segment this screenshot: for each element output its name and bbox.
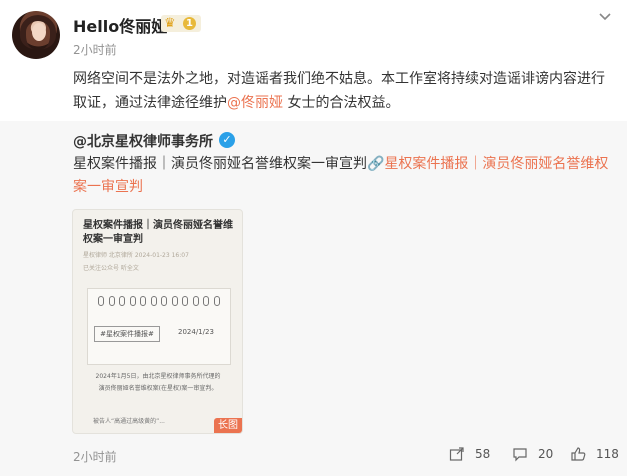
- original-text: 星权案件播报｜演员佟丽娅名誉维权案一审宣判🔗星权案件播报｜演员佟丽娅名誉维权案一…: [73, 153, 618, 199]
- comment-count: 20: [538, 447, 554, 461]
- post-text-part2: 女士的合法权益。: [283, 95, 400, 111]
- thumbnail-meta2: 已关注公众号 听全文: [83, 265, 139, 272]
- comment-icon: [513, 448, 527, 462]
- share-button[interactable]: 58: [449, 445, 490, 463]
- mention-link[interactable]: @佟丽娅: [227, 95, 283, 111]
- post-timestamp[interactable]: 2小时前: [73, 41, 117, 58]
- vip-level: 1: [183, 17, 196, 30]
- chevron-down-icon[interactable]: [598, 10, 612, 24]
- thumbnail-body: 2024年1月5日，由北京星权律师事务所代理的演员佟丽娅名誉维权案(在星权)案一…: [95, 373, 221, 392]
- link-icon: 🔗: [367, 156, 385, 172]
- vip-badge[interactable]: ♛ 1: [161, 15, 201, 32]
- thumbnail-tag: #星权案件播报#: [94, 326, 160, 342]
- long-image-badge: 长图: [214, 418, 242, 433]
- post-text: 网络空间不是法外之地，对造谣者我们绝不姑息。本工作室将持续对造谣诽谤内容进行取证…: [73, 67, 613, 115]
- like-count: 118: [596, 447, 619, 461]
- thumbnail-date: 2024/1/23: [178, 328, 214, 336]
- thumbnail-meta: 星权律师 北京律所 2024-01-23 16:07: [83, 252, 189, 259]
- share-count: 58: [475, 447, 491, 461]
- thumbnail-card: #星权案件播报# 2024/1/23: [87, 288, 231, 365]
- share-icon: [449, 447, 464, 461]
- original-author[interactable]: @北京星权律师事务所: [73, 131, 213, 151]
- thumbnail-title: 星权案件播报｜演员佟丽娅名誉维权案一审宣判: [83, 220, 233, 245]
- repost-container: @北京星权律师事务所 ✓ 星权案件播报｜演员佟丽娅名誉维权案一审宣判🔗星权案件播…: [0, 121, 627, 476]
- repost-timestamp[interactable]: 2小时前: [73, 448, 117, 465]
- verified-icon: ✓: [219, 132, 235, 148]
- thumbnail-bottom: 被告人“高通过高级黄的”...: [93, 418, 165, 425]
- like-button[interactable]: 118: [570, 445, 619, 463]
- username[interactable]: Hello佟丽娅: [73, 13, 167, 37]
- crown-icon: ♛: [164, 16, 176, 31]
- weibo-post: Hello佟丽娅 ♛ 1 2小时前 网络空间不是法外之地，对造谣者我们绝不姑息。…: [0, 0, 627, 476]
- original-text-body: 星权案件播报｜演员佟丽娅名誉维权案一审宣判: [73, 156, 367, 172]
- like-icon: [571, 447, 586, 461]
- avatar[interactable]: [12, 11, 60, 59]
- binder-rings: [98, 296, 220, 306]
- article-thumbnail[interactable]: 星权案件播报｜演员佟丽娅名誉维权案一审宣判 星权律师 北京律所 2024-01-…: [72, 209, 243, 434]
- comment-button[interactable]: 20: [512, 445, 553, 463]
